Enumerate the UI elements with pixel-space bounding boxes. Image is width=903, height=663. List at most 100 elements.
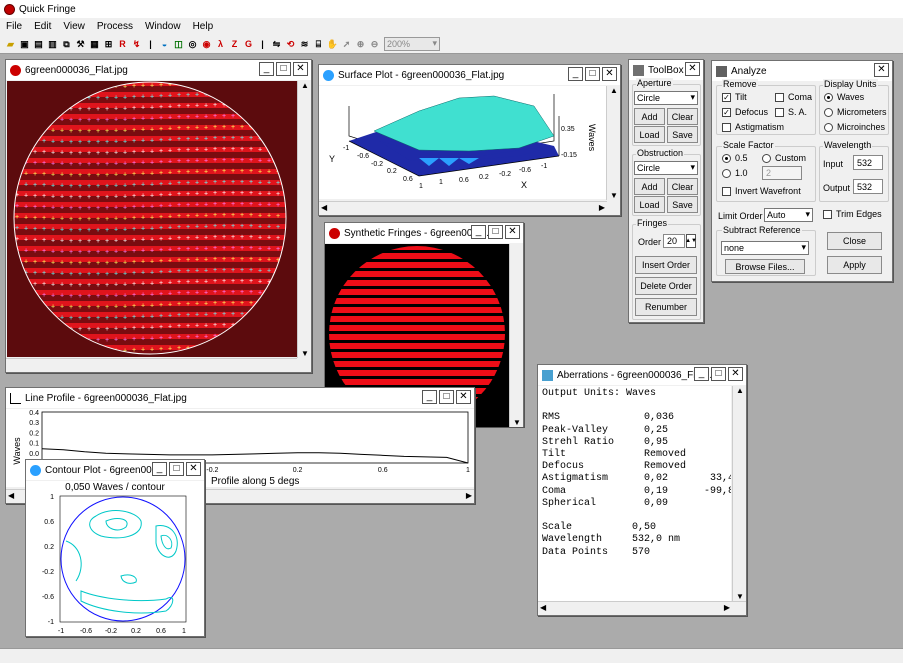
tilt-checkbox[interactable]: ✓: [722, 93, 731, 102]
vertical-scrollbar[interactable]: ▲ ▼: [606, 86, 620, 200]
contour-icon[interactable]: ◎: [186, 38, 199, 51]
wavelength-output[interactable]: 532: [853, 179, 883, 194]
minimize-button[interactable]: _: [568, 67, 583, 81]
renumber-button[interactable]: Renumber: [635, 298, 697, 316]
minimize-button[interactable]: _: [152, 462, 167, 476]
aperture-save-button[interactable]: Save: [667, 126, 698, 143]
scale-05-radio[interactable]: [722, 154, 731, 163]
z-icon[interactable]: Z: [228, 38, 241, 51]
custom-scale-input[interactable]: 2: [762, 166, 802, 180]
rotate-icon[interactable]: ⟲: [284, 38, 297, 51]
zoom-in-icon[interactable]: ⊕: [354, 38, 367, 51]
delete-order-button[interactable]: Delete Order: [635, 277, 697, 295]
insert-order-button[interactable]: Insert Order: [635, 256, 697, 274]
aperture-add-button[interactable]: Add: [634, 108, 665, 125]
tools-icon[interactable]: ⚒: [74, 38, 87, 51]
invert-checkbox[interactable]: [722, 187, 731, 196]
close-dialog-button[interactable]: Close: [827, 232, 882, 250]
maximize-button[interactable]: □: [488, 225, 503, 239]
pointer-icon[interactable]: ➚: [340, 38, 353, 51]
waves-radio[interactable]: [824, 93, 833, 102]
g-icon[interactable]: G: [242, 38, 255, 51]
fringes-icon[interactable]: ◉: [200, 38, 213, 51]
obstruction-add-button[interactable]: Add: [634, 178, 665, 195]
trim-edges-checkbox[interactable]: [823, 210, 832, 219]
vertical-scrollbar[interactable]: ▼: [509, 244, 523, 427]
horizontal-scrollbar[interactable]: [6, 358, 297, 372]
print-preview-icon[interactable]: ▥: [46, 38, 59, 51]
scale-10-radio[interactable]: [722, 169, 731, 178]
r-icon[interactable]: R: [116, 38, 129, 51]
obstruction-clear-button[interactable]: Clear: [667, 178, 698, 195]
copy-icon[interactable]: ⧉: [60, 38, 73, 51]
maximize-button[interactable]: □: [169, 462, 184, 476]
menu-file[interactable]: File: [0, 21, 28, 32]
contour-plot[interactable]: 0,050 Waves / contour 1 0.6 0.2 -0.2 -0.…: [26, 481, 204, 636]
astigmatism-checkbox[interactable]: [722, 123, 731, 132]
close-button[interactable]: ✕: [685, 62, 700, 76]
minimize-button[interactable]: _: [694, 367, 709, 381]
maximize-button[interactable]: □: [585, 67, 600, 81]
obstruction-save-button[interactable]: Save: [667, 196, 698, 213]
menu-view[interactable]: View: [57, 21, 91, 32]
save-icon[interactable]: ▣: [18, 38, 31, 51]
close-button[interactable]: ✕: [602, 67, 617, 81]
layers-icon[interactable]: ≋: [298, 38, 311, 51]
close-button[interactable]: ✕: [293, 62, 308, 76]
horizontal-scrollbar[interactable]: ◀ ▶: [319, 201, 607, 215]
aperture-select[interactable]: Circle: [634, 91, 698, 105]
coma-checkbox[interactable]: [775, 93, 784, 102]
close-button[interactable]: ✕: [874, 63, 889, 77]
surface-plot[interactable]: Y X Waves 0.35 -0.15 -1 -0.6 -0.2 0.2 0.…: [319, 86, 607, 199]
vertical-scrollbar[interactable]: ▲ ▼: [297, 81, 311, 358]
flip-icon[interactable]: ⇋: [270, 38, 283, 51]
close-button[interactable]: ✕: [456, 390, 471, 404]
aperture-clear-button[interactable]: Clear: [667, 108, 698, 125]
tilt-icon[interactable]: ↯: [130, 38, 143, 51]
maximize-button[interactable]: □: [711, 367, 726, 381]
maximize-button[interactable]: □: [276, 62, 291, 76]
menu-help[interactable]: Help: [187, 21, 220, 32]
image-icon[interactable]: ▦: [88, 38, 101, 51]
fringe-point: +: [168, 246, 172, 253]
menu-edit[interactable]: Edit: [28, 21, 57, 32]
grid-icon[interactable]: ⊞: [102, 38, 115, 51]
zoom-select[interactable]: 200%: [384, 37, 440, 51]
close-button[interactable]: ✕: [505, 225, 520, 239]
subtract-reference-select[interactable]: none: [721, 241, 809, 255]
browse-files-button[interactable]: Browse Files...: [725, 259, 805, 274]
plot-icon[interactable]: ◫: [172, 38, 185, 51]
menu-window[interactable]: Window: [139, 21, 187, 32]
apply-button[interactable]: Apply: [827, 256, 882, 274]
obstruction-select[interactable]: Circle: [634, 161, 698, 175]
close-button[interactable]: ✕: [186, 462, 201, 476]
horizontal-scrollbar[interactable]: ◀ ▶: [538, 601, 746, 615]
defocus-checkbox[interactable]: ✓: [722, 108, 731, 117]
zoom-out-icon[interactable]: ⊖: [368, 38, 381, 51]
micrometers-radio[interactable]: [824, 108, 833, 117]
wavelength-input[interactable]: 532: [853, 155, 883, 170]
order-spinner[interactable]: ▲▼: [685, 234, 697, 248]
microinches-radio[interactable]: [824, 123, 833, 132]
surface-icon[interactable]: ◒: [158, 38, 171, 51]
close-button[interactable]: ✕: [728, 367, 743, 381]
minimize-button[interactable]: _: [259, 62, 274, 76]
open-folder-icon[interactable]: ▰: [4, 38, 17, 51]
lambda-icon[interactable]: λ: [214, 38, 227, 51]
hand-icon[interactable]: ✋: [326, 38, 339, 51]
interferogram-image[interactable]: + + + + + + + + + + + + + + + + + + + + + + + + + + + + + + + + + + + + + + + +…: [7, 81, 297, 357]
minimize-button[interactable]: _: [422, 390, 437, 404]
vertical-scrollbar[interactable]: ▲ ▼: [732, 386, 746, 601]
print-icon[interactable]: ▤: [32, 38, 45, 51]
aperture-load-button[interactable]: Load: [634, 126, 665, 143]
coma-label: Coma: [788, 92, 813, 102]
maximize-button[interactable]: □: [439, 390, 454, 404]
menu-process[interactable]: Process: [91, 21, 139, 32]
minimize-button[interactable]: _: [471, 225, 486, 239]
limit-order-select[interactable]: Auto: [764, 208, 813, 222]
obstruction-load-button[interactable]: Load: [634, 196, 665, 213]
sa-checkbox[interactable]: [775, 108, 784, 117]
order-input[interactable]: 20: [663, 234, 685, 248]
custom-radio[interactable]: [762, 154, 771, 163]
measure-icon[interactable]: ⌸: [312, 38, 325, 51]
